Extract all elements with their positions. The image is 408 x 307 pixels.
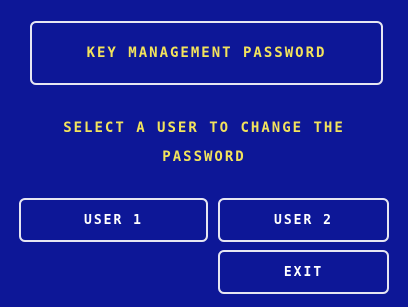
- user-2-button[interactable]: USER 2: [218, 198, 389, 242]
- atm-screen: KEY MANAGEMENT PASSWORD SELECT A USER TO…: [0, 0, 408, 307]
- instruction-line-1: SELECT A USER TO CHANGE THE: [63, 120, 345, 136]
- instruction-line-2: PASSWORD: [162, 149, 246, 165]
- exit-button[interactable]: EXIT: [218, 250, 389, 294]
- screen-title-panel: KEY MANAGEMENT PASSWORD: [30, 21, 383, 85]
- user-1-button-label: USER 1: [84, 212, 143, 228]
- user-2-button-label: USER 2: [274, 212, 333, 228]
- instruction-text: SELECT A USER TO CHANGE THE PASSWORD: [20, 114, 388, 172]
- screen-title: KEY MANAGEMENT PASSWORD: [86, 45, 327, 61]
- exit-button-label: EXIT: [283, 264, 324, 280]
- user-1-button[interactable]: USER 1: [19, 198, 208, 242]
